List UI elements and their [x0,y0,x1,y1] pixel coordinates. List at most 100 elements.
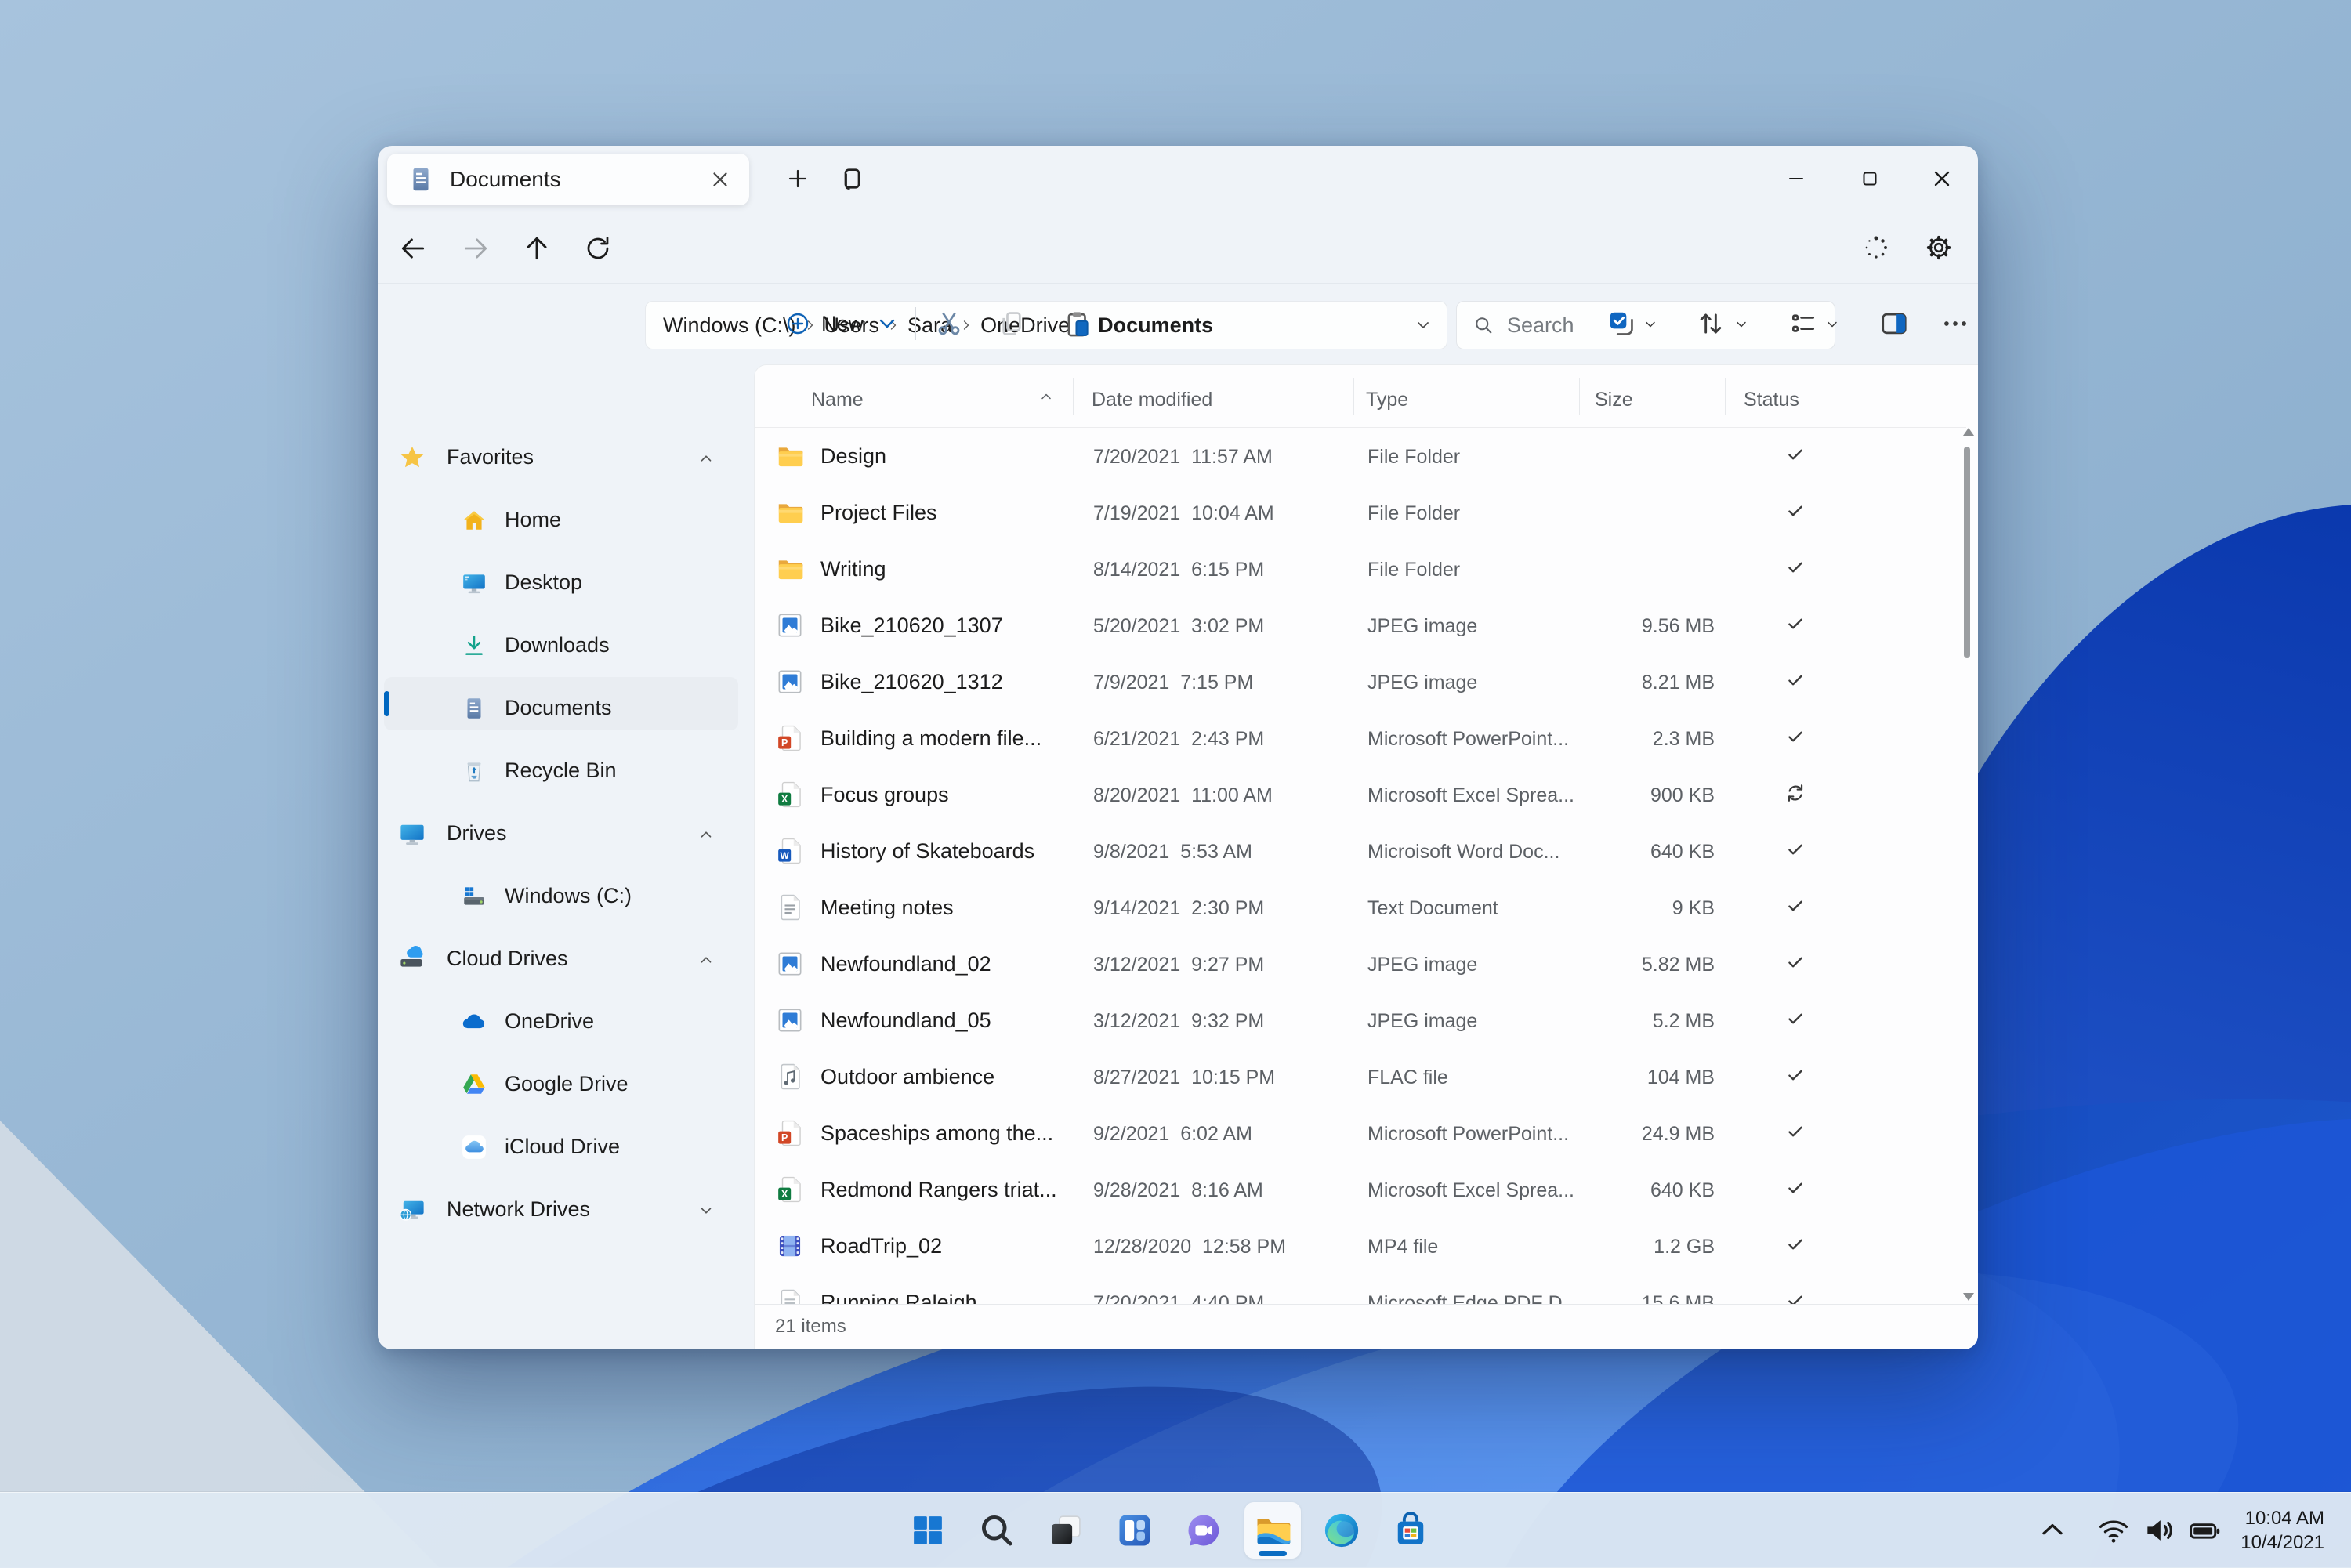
chevron-up-icon[interactable] [697,826,715,843]
file-row[interactable]: Running Raleigh7/20/2021 4:40 PMMicrosof… [755,1274,1954,1304]
column-divider[interactable] [1073,378,1074,415]
chevron-down-icon[interactable] [1733,317,1749,332]
file-row[interactable]: PSpaceships among the...9/2/2021 6:02 AM… [755,1105,1954,1161]
taskbar-start-button[interactable] [900,1502,956,1559]
column-header-status[interactable]: Status [1744,389,1799,411]
chevron-up-icon[interactable] [697,951,715,969]
sidebar-section-favorites[interactable]: Favorites [378,426,754,489]
taskbar-task-view-button[interactable] [1038,1502,1094,1559]
file-row[interactable]: RoadTrip_0212/28/2020 12:58 PMMP4 file1.… [755,1218,1954,1274]
copy-icon [997,309,1027,339]
taskbar-edge-button[interactable] [1313,1502,1370,1559]
file-size: 5.2 MB [1546,1010,1715,1033]
new-tab-button[interactable] [777,158,818,199]
sidebar-section-network-drives[interactable]: Network Drives [378,1179,754,1241]
sidebar-item-downloads[interactable]: Downloads [378,614,754,677]
scrollbar-thumb[interactable] [1964,447,1970,658]
sidebar-item-label: Documents [505,696,612,720]
paste-button[interactable] [1061,307,1094,340]
sidebar-section-cloud-drives[interactable]: Cloud Drives [378,928,754,990]
tray-chevron-icon[interactable] [2035,1513,2070,1548]
taskbar-widgets-button[interactable] [1107,1502,1163,1559]
file-row[interactable]: XFocus groups8/20/2021 11:00 AMMicrosoft… [755,766,1954,823]
file-list: Design7/20/2021 11:57 AMFile FolderProje… [755,428,1954,1304]
sidebar-section-drives[interactable]: Drives [378,802,754,865]
sidebar-item-desktop[interactable]: Desktop [378,552,754,614]
scroll-down-arrow[interactable] [1963,1293,1974,1301]
check-status-icon [1773,1064,1817,1086]
view-button[interactable] [1787,307,1820,340]
column-header-type[interactable]: Type [1366,389,1408,411]
sidebar-item-windows-c-[interactable]: Windows (C:) [378,865,754,928]
active-app-indicator [1259,1551,1287,1556]
select-all-button[interactable] [1605,307,1638,340]
cut-button[interactable] [933,307,965,340]
new-button[interactable]: New [771,301,914,346]
file-row[interactable]: Meeting notes9/14/2021 2:30 PMText Docum… [755,879,1954,936]
file-row[interactable]: Bike_210620_13127/9/2021 7:15 PMJPEG ima… [755,654,1954,710]
details-pane-button[interactable] [1878,307,1911,340]
up-button[interactable] [513,224,561,273]
forward-button[interactable] [451,224,500,273]
file-row[interactable]: Bike_210620_13075/20/2021 3:02 PMJPEG im… [755,597,1954,654]
column-header-name[interactable]: Name [811,389,864,411]
maximize-button[interactable] [1840,157,1900,201]
sidebar-item-icloud-drive[interactable]: iCloud Drive [378,1116,754,1179]
file-size: 2.3 MB [1546,728,1715,751]
column-divider[interactable] [1353,378,1354,415]
sidebar-item-recycle-bin[interactable]: Recycle Bin [378,740,754,802]
taskbar-file-explorer-button[interactable] [1244,1502,1301,1559]
column-divider[interactable] [1725,378,1726,415]
column-header-size[interactable]: Size [1595,389,1633,411]
sidebar-item-onedrive[interactable]: OneDrive [378,990,754,1053]
taskbar-store-button[interactable] [1382,1502,1439,1559]
taskbar-taskbar-search-button[interactable] [969,1502,1025,1559]
file-row[interactable]: XRedmond Rangers triat...9/28/2021 8:16 … [755,1161,1954,1218]
volume-icon[interactable] [2142,1513,2176,1548]
taskbar-clock[interactable]: 10:04 AM 10/4/2021 [2241,1506,2324,1555]
file-row[interactable]: Outdoor ambience8/27/2021 10:15 PMFLAC f… [755,1048,1954,1105]
view-list-icon [1788,309,1818,339]
file-type: Text Document [1367,897,1498,920]
battery-icon[interactable] [2187,1513,2222,1548]
sidebar-item-label: Desktop [505,570,582,595]
minimize-button[interactable] [1766,157,1826,201]
chevron-down-icon[interactable] [697,1202,715,1219]
chevron-down-icon[interactable] [1824,317,1840,332]
scroll-up-arrow[interactable] [1963,428,1974,436]
sort-button[interactable] [1694,307,1727,340]
settings-button[interactable] [1915,224,1962,271]
desktop: Documents Windows (C:\)UsersSaraOneDrive… [0,0,2351,1567]
file-row[interactable]: Newfoundland_023/12/2021 9:27 PMJPEG ima… [755,936,1954,992]
column-header-date-modified[interactable]: Date modified [1092,389,1212,411]
flac-icon [775,1062,805,1092]
sidebar-item-google-drive[interactable]: Google Drive [378,1053,754,1116]
copy-button[interactable] [995,307,1028,340]
column-divider[interactable] [1579,378,1580,415]
file-row[interactable]: Project Files7/19/2021 10:04 AMFile Fold… [755,484,1954,541]
file-row[interactable]: PBuilding a modern file...6/21/2021 2:43… [755,710,1954,766]
tab-close-icon[interactable] [708,168,732,191]
file-type: Microsoft Excel Sprea... [1367,784,1574,807]
refresh-button[interactable] [574,224,622,273]
chevron-down-icon[interactable] [1643,317,1658,332]
sidebar-item-home[interactable]: Home [378,489,754,552]
sidebar-item-documents[interactable]: Documents [378,677,754,740]
google-drive-icon [461,1071,487,1098]
file-row[interactable]: Design7/20/2021 11:57 AMFile Folder [755,428,1954,484]
vertical-scrollbar[interactable] [1962,426,1972,1302]
check-status-icon [1773,1008,1817,1030]
tab-documents[interactable]: Documents [387,154,749,205]
file-row[interactable]: Writing8/14/2021 6:15 PMFile Folder [755,541,1954,597]
taskbar-chat-button[interactable] [1176,1502,1232,1559]
back-button[interactable] [389,224,437,273]
file-name: Writing [820,557,886,581]
close-button[interactable] [1912,157,1972,201]
chevron-up-icon[interactable] [697,450,715,467]
file-row[interactable]: Newfoundland_053/12/2021 9:32 PMJPEG ima… [755,992,1954,1048]
more-options-button[interactable] [1939,307,1972,340]
file-row[interactable]: WHistory of Skateboards9/8/2021 5:53 AMM… [755,823,1954,879]
paste-icon [1063,309,1092,339]
wifi-icon[interactable] [2096,1513,2131,1548]
tab-actions-button[interactable] [831,158,871,199]
